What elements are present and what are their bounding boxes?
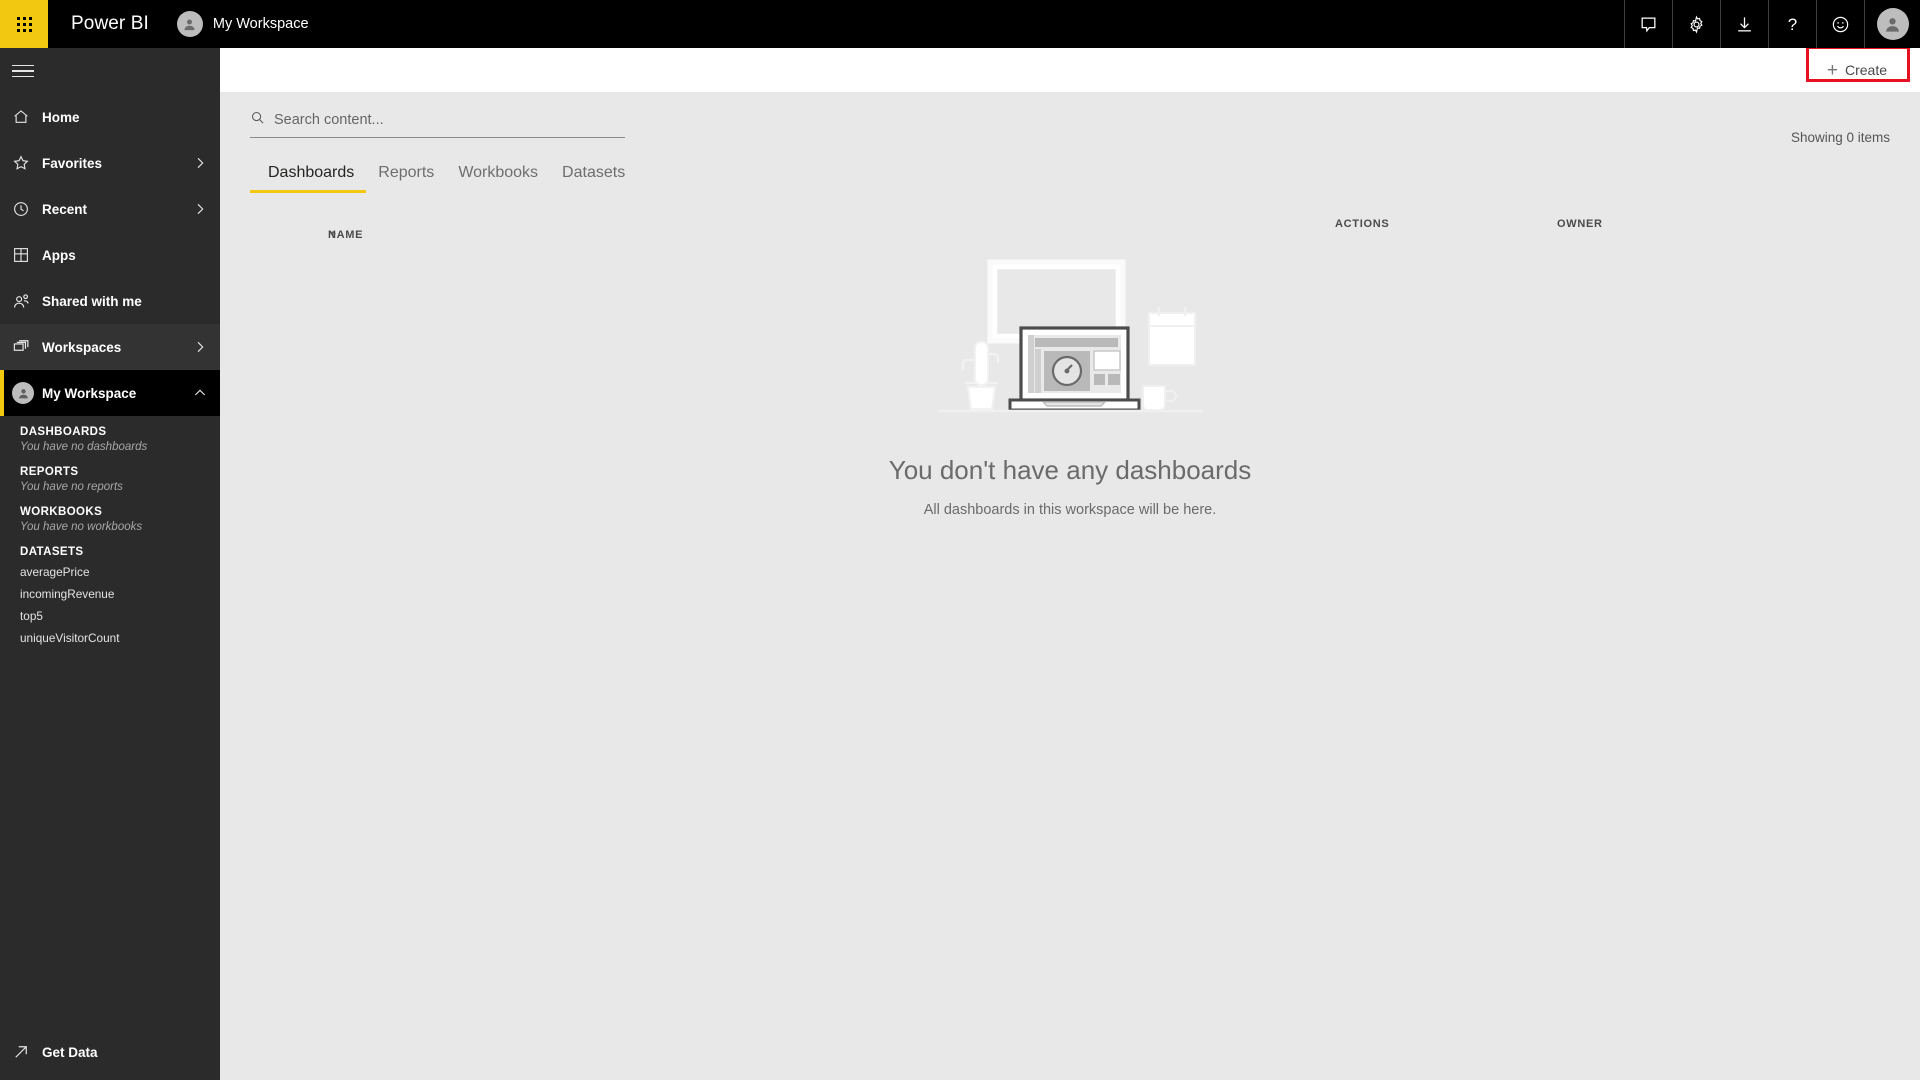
hamburger-menu-icon[interactable] (0, 48, 220, 94)
section-empty-reports: You have no reports (20, 481, 123, 493)
sort-ascending-arrow-icon (328, 229, 338, 243)
chevron-right-icon[interactable] (192, 155, 208, 171)
section-empty-workbooks: You have no workbooks (20, 521, 143, 533)
chevron-right-icon[interactable] (192, 201, 208, 217)
comment-icon[interactable] (1624, 0, 1672, 48)
workspaces-icon (12, 338, 42, 357)
empty-dashboard-desk-illustration (937, 247, 1203, 427)
section-heading-reports: REPORTS (20, 466, 79, 478)
sidebar-item-my-workspace[interactable]: My Workspace (0, 370, 220, 416)
workspace-chip[interactable]: My Workspace (176, 11, 309, 37)
brand-title[interactable]: Power BI (71, 13, 149, 35)
chevron-right-icon[interactable] (192, 339, 208, 355)
section-heading-datasets: DATASETS (20, 546, 84, 558)
search-icon (250, 110, 265, 130)
create-button-label: Create (1844, 62, 1887, 78)
hamburger-lines (12, 61, 34, 82)
sidebar-item-label: Favorites (42, 155, 103, 171)
sidebar-item-workspaces[interactable]: Workspaces (0, 324, 220, 370)
plus-icon: + (1826, 59, 1838, 81)
avatar-circle (1876, 8, 1909, 40)
clock-icon (12, 200, 42, 218)
sidebar-item-apps[interactable]: Apps (0, 232, 220, 278)
account-avatar-icon[interactable] (1864, 0, 1920, 48)
apps-grid-icon (12, 246, 42, 264)
home-icon (12, 108, 42, 126)
tab-dashboards[interactable]: Dashboards (250, 164, 367, 193)
app-launcher-waffle-icon[interactable] (0, 0, 48, 48)
sidebar-item-label: Home (42, 109, 80, 125)
download-icon[interactable] (1720, 0, 1768, 48)
sidebar-item-label: Workspaces (42, 339, 122, 355)
empty-state-title: You don't have any dashboards (888, 455, 1252, 485)
dataset-item[interactable]: uniqueVisitorCount (20, 627, 220, 649)
create-button[interactable]: + Create (1816, 55, 1897, 85)
help-icon[interactable]: ? (1768, 0, 1816, 48)
empty-state-subtitle: All dashboards in this workspace will be… (923, 502, 1217, 518)
dataset-item[interactable]: top5 (20, 605, 220, 627)
topbar-icon-group: ? (1624, 0, 1920, 48)
sidebar-item-home[interactable]: Home (0, 94, 220, 140)
top-navigation-bar: Power BI My Workspace ? (0, 0, 1920, 48)
sidebar-item-label: Shared with me (42, 293, 142, 309)
showing-items-count: Showing 0 items (1790, 130, 1890, 145)
workspace-content-sections: DASHBOARDS You have no dashboards REPORT… (0, 416, 220, 649)
main-content-area: Showing 0 items Dashboards Reports Workb… (220, 92, 1920, 1080)
star-icon (12, 154, 42, 172)
content-tabs: Dashboards Reports Workbooks Datasets (220, 164, 1920, 193)
sidebar-item-shared-with-me[interactable]: Shared with me (0, 278, 220, 324)
workspace-chip-label: My Workspace (212, 16, 309, 32)
feedback-smiley-icon[interactable] (1816, 0, 1864, 48)
sidebar-item-label: Recent (42, 201, 88, 217)
waffle-dots (16, 16, 32, 32)
avatar-circle (12, 382, 34, 404)
sidebar-item-favorites[interactable]: Favorites (0, 140, 220, 186)
tab-reports[interactable]: Reports (366, 164, 446, 193)
person-avatar-icon (12, 382, 42, 404)
column-header-owner[interactable]: OWNER (1557, 218, 1603, 230)
tab-workbooks[interactable]: Workbooks (446, 164, 550, 193)
sidebar-item-recent[interactable]: Recent (0, 186, 220, 232)
section-heading-dashboards: DASHBOARDS (20, 426, 107, 438)
chevron-up-icon[interactable] (192, 385, 208, 401)
left-sidebar: Home Favorites Recent Apps Shared with m… (0, 48, 220, 1080)
sidebar-item-label: My Workspace (42, 385, 137, 401)
help-glyph: ? (1787, 14, 1798, 34)
dataset-item[interactable]: averagePrice (20, 561, 220, 583)
search-input[interactable] (274, 112, 625, 128)
person-avatar-icon (176, 11, 203, 37)
empty-state: You don't have any dashboards All dashbo… (220, 247, 1920, 518)
command-bar: + Create (220, 46, 1920, 92)
column-header-actions[interactable]: ACTIONS (1335, 218, 1389, 230)
arrow-up-right-icon (12, 1043, 42, 1061)
sidebar-item-label: Apps (42, 247, 76, 263)
search-box[interactable] (250, 110, 625, 138)
people-icon (12, 292, 42, 311)
settings-gear-icon[interactable] (1672, 0, 1720, 48)
search-row (220, 92, 1920, 138)
section-heading-workbooks: WORKBOOKS (20, 506, 103, 518)
tab-datasets[interactable]: Datasets (550, 164, 637, 193)
table-column-headers: NAME ACTIONS OWNER (220, 207, 1920, 245)
get-data-button[interactable]: Get Data (0, 1024, 220, 1080)
get-data-label: Get Data (42, 1044, 98, 1060)
section-empty-dashboards: You have no dashboards (20, 441, 148, 453)
dataset-item[interactable]: incomingRevenue (20, 583, 220, 605)
create-button-wrapper: + Create (1805, 46, 1910, 85)
